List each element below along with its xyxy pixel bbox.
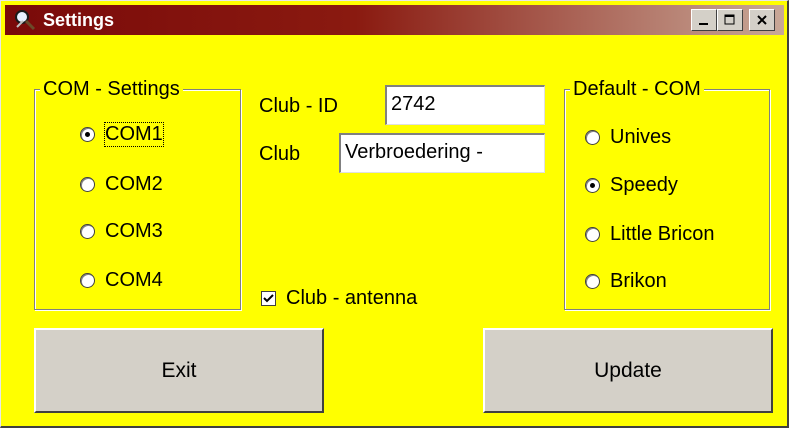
radio-com1[interactable]: COM1 (80, 122, 164, 147)
radio-label: Little Bricon (610, 223, 715, 245)
club-id-label: Club - ID (259, 95, 338, 117)
maximize-button[interactable] (717, 9, 743, 31)
title-bar[interactable]: Settings (5, 5, 784, 35)
radio-com2[interactable]: COM2 (80, 173, 163, 196)
close-button[interactable] (749, 9, 775, 31)
window-title: Settings (43, 10, 115, 30)
magnifier-wrench-icon[interactable] (13, 9, 37, 31)
club-name-label: Club (259, 143, 301, 165)
minimize-button[interactable] (691, 9, 717, 31)
radio-unives[interactable]: Unives (585, 126, 671, 149)
radio-speedy[interactable]: Speedy (585, 174, 678, 197)
club-name-field[interactable]: Verbroedering - (339, 133, 545, 173)
settings-window: Settings COM - Settings COM1 COM2 COM3 C… (0, 0, 789, 428)
radio-circle[interactable] (80, 127, 95, 142)
update-button[interactable]: Update (483, 328, 773, 413)
default-com-group: Default - COM Unives Speedy Little Brico… (564, 78, 770, 310)
radio-com3[interactable]: COM3 (80, 220, 163, 243)
close-icon (757, 15, 767, 25)
radio-circle[interactable] (80, 177, 95, 192)
exit-button[interactable]: Exit (34, 328, 324, 413)
maximize-icon (724, 14, 735, 25)
com-settings-group: COM - Settings COM1 COM2 COM3 COM4 (34, 78, 241, 310)
radio-com4[interactable]: COM4 (80, 269, 163, 292)
radio-label: Brikon (610, 270, 667, 292)
checkmark-icon (263, 294, 274, 303)
checkbox-label: Club - antenna (286, 287, 418, 309)
club-id-field[interactable]: 2742 (385, 85, 545, 125)
radio-little-bricon[interactable]: Little Bricon (585, 223, 715, 246)
radio-label: Unives (610, 126, 672, 148)
radio-circle[interactable] (585, 178, 600, 193)
com-settings-legend: COM - Settings (40, 78, 183, 101)
radio-label: COM1 (104, 122, 164, 147)
minimize-icon (699, 23, 708, 25)
checkbox-box[interactable] (261, 291, 276, 306)
default-com-legend: Default - COM (570, 78, 704, 101)
radio-label: Speedy (610, 174, 678, 196)
radio-brikon[interactable]: Brikon (585, 270, 667, 293)
radio-circle[interactable] (585, 227, 600, 242)
radio-circle[interactable] (80, 273, 95, 288)
radio-label: COM4 (105, 269, 163, 291)
radio-circle[interactable] (80, 224, 95, 239)
radio-label: COM3 (105, 220, 163, 242)
radio-label: COM2 (105, 173, 163, 195)
radio-circle[interactable] (585, 274, 600, 289)
club-antenna-checkbox[interactable]: Club - antenna (261, 287, 417, 310)
radio-circle[interactable] (585, 130, 600, 145)
